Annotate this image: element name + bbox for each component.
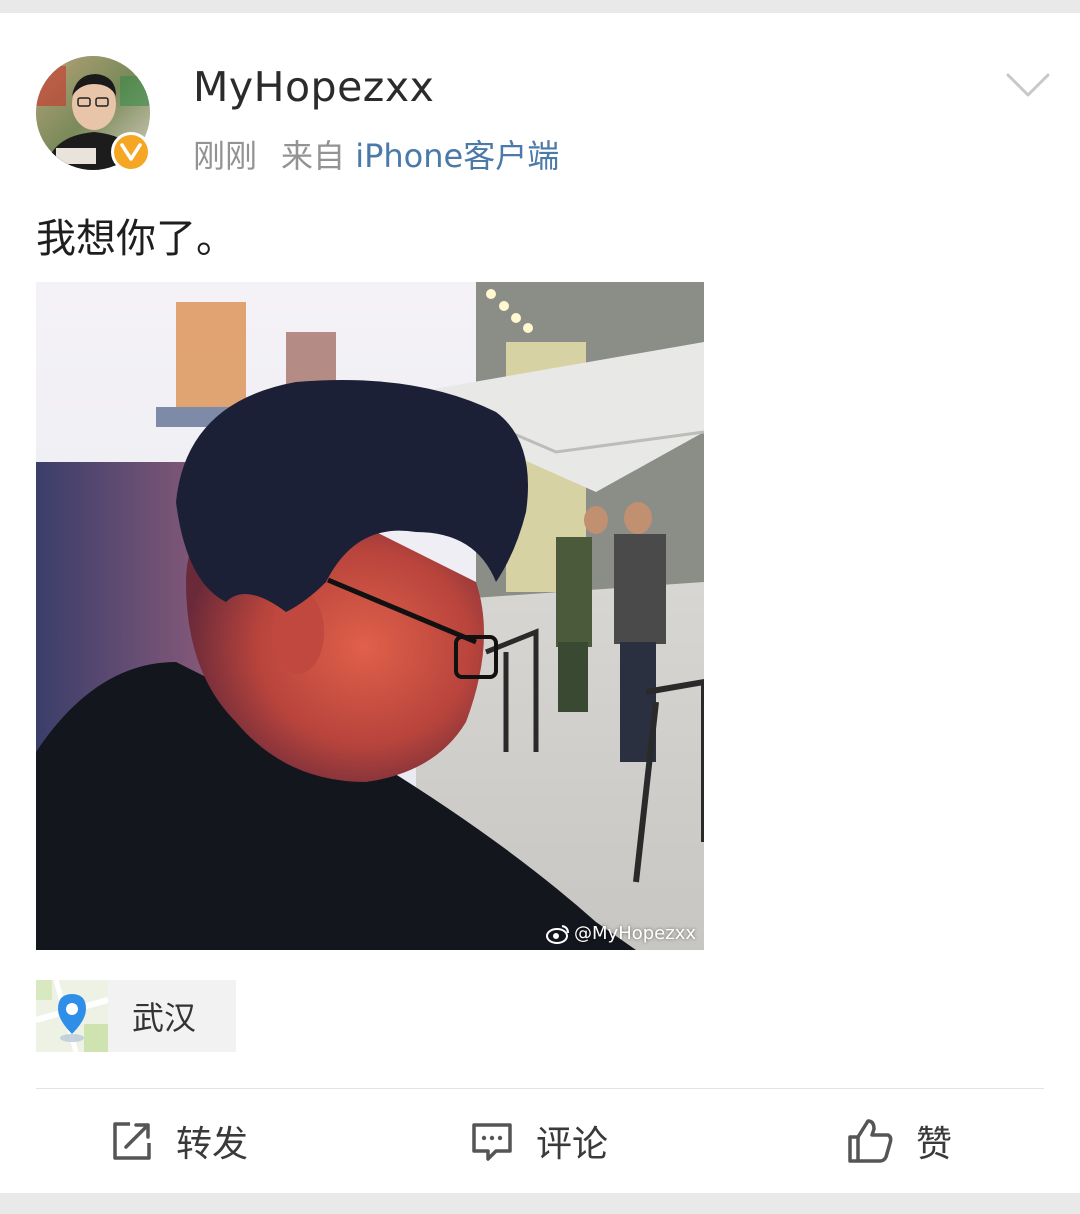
like-label: 赞 bbox=[916, 1124, 953, 1165]
weibo-logo-icon bbox=[546, 924, 570, 944]
thumbs-up-icon bbox=[848, 1119, 893, 1163]
watermark-text: @MyHopezxx bbox=[574, 923, 696, 944]
like-button[interactable]: 赞 bbox=[846, 1113, 952, 1169]
comment-icon bbox=[472, 1123, 512, 1161]
source-link[interactable]: iPhone客户端 bbox=[355, 137, 559, 175]
username[interactable]: MyHopezxx bbox=[193, 63, 434, 111]
post-meta: 刚刚 来自 iPhone客户端 bbox=[193, 131, 559, 177]
share-icon bbox=[113, 1122, 151, 1160]
verified-badge-icon bbox=[111, 132, 151, 172]
post-text: 我想你了。 bbox=[36, 216, 236, 262]
source-prefix: 来自 bbox=[281, 137, 346, 175]
chevron-down-icon[interactable] bbox=[1004, 67, 1052, 103]
timestamp: 刚刚 bbox=[193, 137, 258, 175]
map-thumbnail bbox=[35, 979, 109, 1053]
repost-button[interactable]: 转发 bbox=[110, 1113, 248, 1169]
post-image[interactable]: @MyHopezxx bbox=[36, 282, 704, 950]
action-bar: 转发 评论 赞 bbox=[0, 1089, 1080, 1193]
map-pin-icon bbox=[58, 994, 86, 1034]
image-watermark: @MyHopezxx bbox=[546, 923, 696, 944]
comment-button[interactable]: 评论 bbox=[470, 1113, 608, 1169]
repost-label: 转发 bbox=[176, 1124, 249, 1165]
location-chip[interactable]: 武汉 bbox=[35, 979, 236, 1053]
location-label: 武汉 bbox=[132, 999, 197, 1037]
comment-label: 评论 bbox=[536, 1124, 609, 1165]
weibo-post-card: MyHopezxx 刚刚 来自 iPhone客户端 我想你了。 @MyHopez… bbox=[0, 13, 1080, 1193]
photo-illustration bbox=[36, 282, 704, 950]
